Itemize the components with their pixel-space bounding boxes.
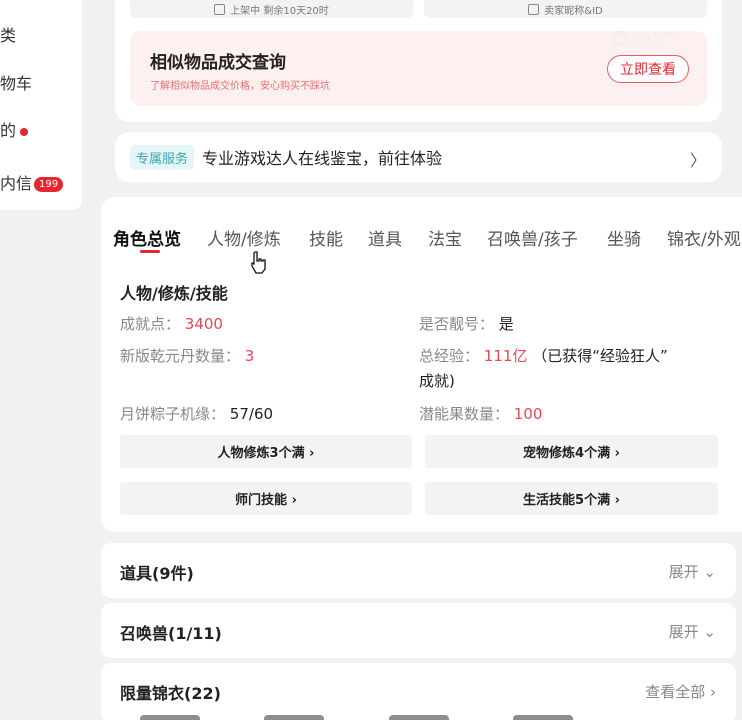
listing-status-label: 上架中 剩余10天20时 — [230, 5, 329, 17]
sidebar-item-cart[interactable]: 物车 — [0, 70, 32, 94]
outfit-thumbnail[interactable] — [513, 715, 573, 720]
seller-info-label: 卖家昵称&ID — [544, 5, 603, 17]
stat-value: 57/60 — [229, 405, 274, 423]
tab-items[interactable]: 道具 — [368, 225, 402, 250]
stat-value: 3400 — [184, 315, 223, 333]
left-sidebar: 类 物车 的 内信 199 — [0, 0, 82, 210]
stat-label: 是否靓号： — [419, 315, 495, 333]
outfit-thumbnail[interactable] — [389, 715, 449, 720]
stat-mooncake: 月饼粽子机缘： 57/60 — [120, 403, 273, 424]
character-detail-card: 角色总览 人物/修炼 技能 道具 法宝 召唤兽/孩子 坐骑 锦衣/外观 人物/修… — [101, 197, 742, 532]
outfit-thumbnail[interactable] — [264, 715, 324, 720]
service-text: 专业游戏达人在线鉴宝，前往体验 — [202, 149, 443, 168]
sect-skills-button[interactable]: 师门技能 › — [120, 482, 412, 515]
tab-skills[interactable]: 技能 — [309, 225, 343, 250]
sidebar-item-label: 物车 — [0, 74, 33, 93]
sidebar-item-messages[interactable]: 内信 199 — [0, 170, 64, 194]
stat-suffix: （已获得“经验狂人” — [532, 347, 668, 365]
items-panel[interactable]: 道具(9件) 展开 ⌄ — [101, 543, 736, 598]
pet-cultivation-button[interactable]: 宠物修炼4个满 › — [425, 435, 718, 468]
stat-potential-fruit: 潜能果数量： 100 — [419, 403, 542, 424]
stat-label: 总经验： — [419, 347, 480, 365]
view-all-label: 查看全部 — [645, 683, 706, 701]
stat-suffix-continued: 成就) — [419, 372, 455, 390]
stat-qianyuan: 新版乾元丹数量： 3 — [120, 345, 254, 366]
tab-treasures[interactable]: 法宝 — [428, 225, 462, 250]
stat-value: 100 — [513, 405, 543, 423]
view-now-button[interactable]: 立即查看 — [607, 55, 689, 83]
service-tag: 专属服务 — [130, 144, 195, 170]
shop-icon — [528, 3, 540, 15]
stat-total-exp: 总经验： 111亿 （已获得“经验狂人” — [419, 345, 668, 366]
section-title: 人物/修炼/技能 — [120, 284, 228, 303]
listing-status-button[interactable]: 上架中 剩余10天20时 — [130, 0, 413, 18]
sidebar-item-label: 类 — [0, 26, 17, 45]
active-tab-indicator — [140, 250, 160, 253]
life-skills-button[interactable]: 生活技能5个满 › — [425, 482, 718, 515]
stat-value: 是 — [498, 315, 514, 333]
panel-title: 道具(9件) — [120, 564, 194, 583]
document-icon — [214, 3, 226, 15]
expand-button[interactable]: 展开 ⌄ — [669, 621, 716, 642]
sidebar-item-label: 内信 — [0, 174, 33, 193]
tab-mounts[interactable]: 坐骑 — [607, 225, 641, 250]
sidebar-item-label: 的 — [0, 121, 17, 140]
chevron-down-icon: ⌄ — [698, 563, 716, 581]
outfit-thumbnail[interactable] — [140, 715, 200, 720]
watermark-logo: Ⓞ100™ — [613, 30, 677, 48]
message-count-badge: 199 — [34, 177, 64, 192]
panel-title: 召唤兽(1/11) — [120, 624, 222, 643]
expand-label: 展开 — [668, 563, 699, 581]
expand-button[interactable]: 展开 ⌄ — [669, 561, 716, 582]
promo-subtitle: 了解相似物品成交价格，安心购买不踩坑 — [150, 81, 330, 92]
expand-label: 展开 — [668, 623, 699, 641]
chevron-down-icon: ⌄ — [698, 623, 716, 641]
appraisal-service-bar[interactable]: 专属服务 专业游戏达人在线鉴宝，前往体验 〉 — [115, 132, 722, 182]
stat-label: 潜能果数量： — [419, 405, 510, 423]
promo-title: 相似物品成交查询 — [150, 53, 286, 73]
chevron-right-icon: 〉 — [689, 151, 706, 170]
character-cultivation-button[interactable]: 人物修炼3个满 › — [120, 435, 412, 468]
detail-tabs: 角色总览 人物/修炼 技能 道具 法宝 召唤兽/孩子 坐骑 锦衣/外观 — [101, 225, 742, 255]
panel-title: 限量锦衣(22) — [120, 684, 221, 703]
stat-label: 新版乾元丹数量： — [120, 347, 241, 365]
chevron-right-icon: › — [705, 683, 716, 701]
pets-panel[interactable]: 召唤兽(1/11) 展开 ⌄ — [101, 603, 736, 658]
seller-info-button[interactable]: 卖家昵称&ID — [424, 0, 707, 18]
stat-value: 3 — [244, 347, 255, 365]
stat-pretty-id: 是否靓号： 是 — [419, 313, 514, 334]
tab-pets[interactable]: 召唤兽/孩子 — [487, 225, 578, 250]
sidebar-item-category[interactable]: 类 — [0, 22, 16, 46]
stat-achievement: 成就点： 3400 — [120, 313, 223, 334]
stat-value: 111亿 — [483, 347, 528, 365]
sidebar-item-mine[interactable]: 的 — [0, 117, 29, 141]
listing-info-card: 上架中 剩余10天20时 卖家昵称&ID 相似物品成交查询 了解相似物品成交价格… — [115, 0, 722, 122]
notification-dot — [20, 127, 29, 136]
view-all-button[interactable]: 查看全部 › — [645, 681, 716, 702]
limited-outfits-panel: 限量锦衣(22) 查看全部 › — [101, 663, 736, 720]
stat-label: 成就点： — [120, 315, 181, 333]
hand-cursor-icon — [249, 250, 267, 279]
tab-outfits[interactable]: 锦衣/外观 — [667, 225, 741, 250]
tab-character-cultivation[interactable]: 人物/修炼 — [207, 225, 281, 250]
tab-overview[interactable]: 角色总览 — [113, 225, 181, 250]
stat-label: 月饼粽子机缘： — [120, 405, 226, 423]
